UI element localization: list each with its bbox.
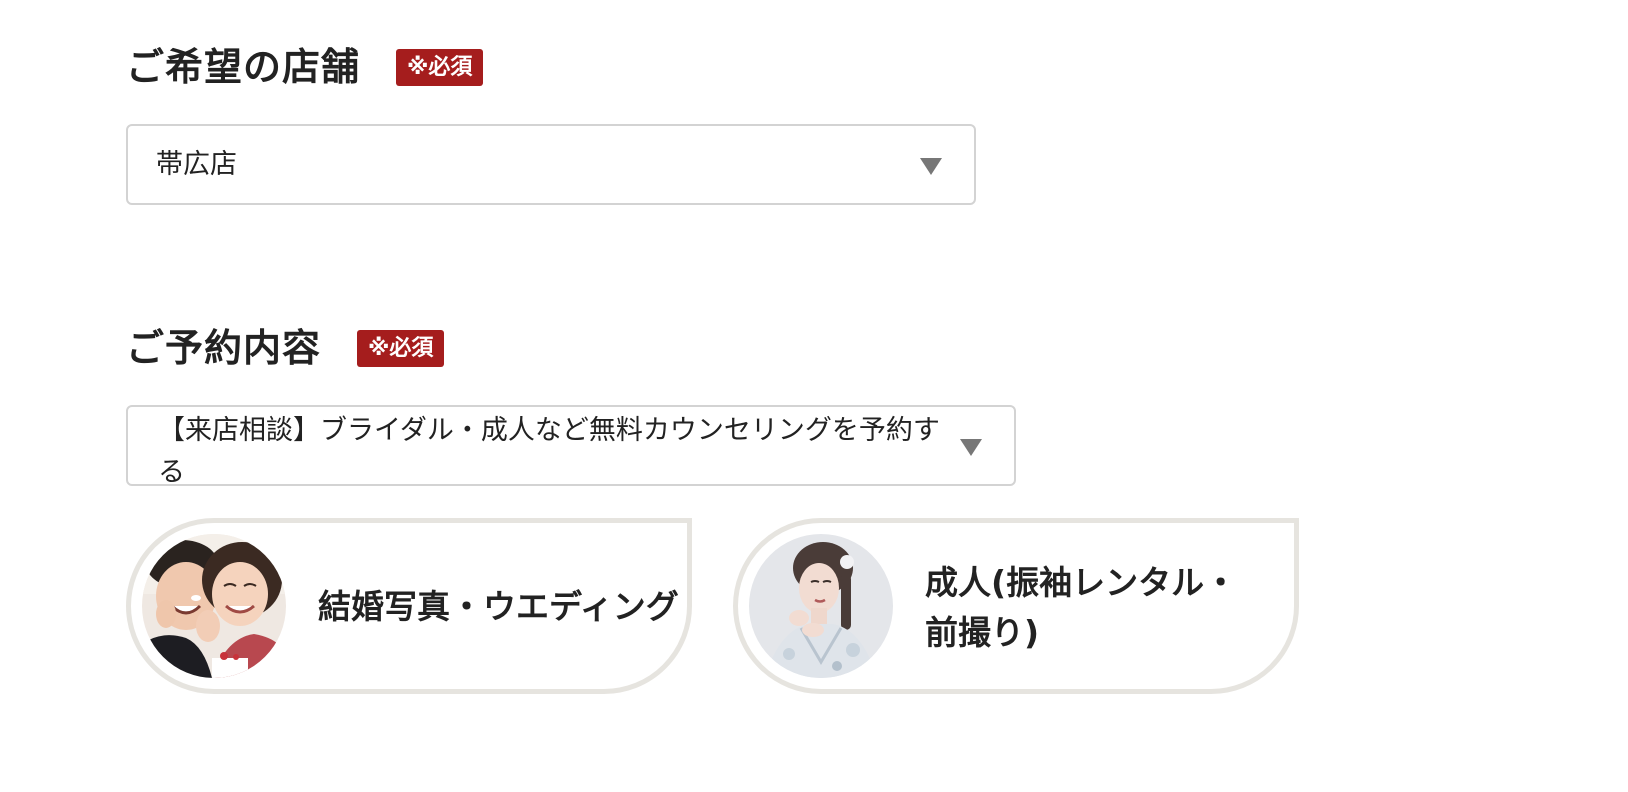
dropdown-arrow-icon — [960, 439, 982, 456]
dropdown-arrow-icon — [920, 158, 942, 175]
option-label-wedding: 結婚写真・ウエディング — [318, 587, 679, 626]
store-section-title: ご希望の店舗 — [126, 45, 361, 89]
required-badge: ※必須 — [357, 329, 445, 367]
option-card-wedding[interactable]: 結婚写真・ウエディング — [126, 518, 692, 694]
store-section-heading: ご希望の店舗 ※必須 — [126, 45, 484, 89]
content-section-heading: ご予約内容 ※必須 — [126, 326, 445, 370]
furisode-woman-photo — [749, 534, 893, 678]
required-badge: ※必須 — [396, 48, 484, 86]
option-card-seijin[interactable]: 成人(振袖レンタル・前撮り) — [733, 518, 1299, 694]
wedding-couple-photo — [142, 534, 286, 678]
reservation-form: ご希望の店舗 ※必須 帯広店 ご予約内容 ※必須 【来店相談】ブライダル・成人な… — [0, 0, 1628, 792]
reservation-content-select-value: 【来店相談】ブライダル・成人など無料カウンセリングを予約する — [158, 415, 940, 488]
reservation-content-select[interactable]: 【来店相談】ブライダル・成人など無料カウンセリングを予約する — [126, 405, 1016, 488]
content-section-title: ご予約内容 — [126, 326, 322, 370]
option-label-seijin: 成人(振袖レンタル・前撮り) — [925, 563, 1238, 652]
store-select[interactable]: 帯広店 — [126, 124, 976, 205]
store-select-value: 帯広店 — [156, 149, 237, 180]
